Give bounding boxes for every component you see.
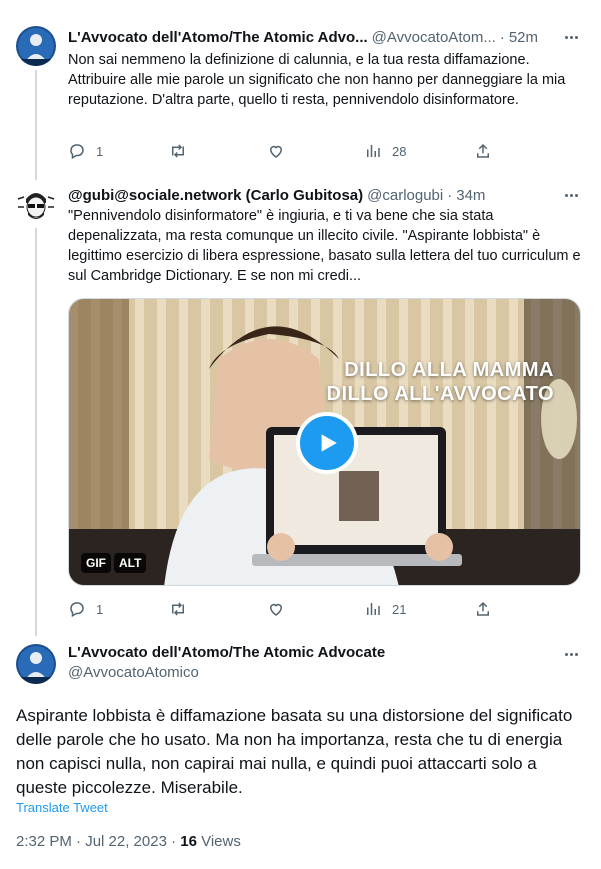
share-icon [477, 601, 489, 616]
gif-media[interactable]: DILLO ALLA MAMMA DILLO ALL'AVVOCATO GIF … [68, 298, 581, 586]
more-icon[interactable] [559, 644, 583, 664]
reply-count: 1 [96, 143, 104, 159]
reply-icon [70, 144, 84, 160]
views-button[interactable]: 21 [364, 600, 406, 618]
main-tweet-text: Aspirante lobbista è diffamazione basata… [16, 706, 573, 797]
reply-button[interactable]: 1 [68, 600, 103, 618]
retweet-button[interactable] [169, 600, 197, 618]
retweet-button[interactable] [169, 142, 197, 160]
share-icon [477, 143, 489, 158]
retweet-icon [172, 602, 184, 616]
views-icon [367, 145, 380, 157]
author-name[interactable]: L'Avvocato dell'Atomo/The Atomic Advo... [68, 29, 368, 46]
retweet-icon [172, 144, 184, 158]
tweet-text: "Pennivendolo disinformatore" è ingiuria… [68, 208, 581, 284]
author-handle[interactable]: @AvvocatoAtomico [68, 664, 199, 681]
views-icon [367, 603, 380, 615]
separator-dot: · [499, 28, 505, 46]
like-icon [269, 603, 283, 616]
reply-button[interactable]: 1 [68, 142, 103, 160]
play-icon [321, 434, 337, 452]
reply-count: 1 [96, 601, 104, 617]
tweet-metadata: 2:32 PM · Jul 22, 2023 · 16 Views [16, 833, 241, 850]
like-button[interactable] [267, 142, 295, 160]
reply-icon [70, 602, 84, 618]
share-button[interactable] [474, 600, 492, 618]
avatar[interactable] [16, 26, 56, 66]
translate-tweet-link[interactable]: Translate Tweet [16, 800, 108, 815]
tweet-date[interactable]: 2:32 PM · Jul 22, 2023 · [16, 833, 180, 850]
views-count: 21 [392, 601, 407, 617]
tweet-time[interactable]: 34m [456, 187, 485, 204]
alt-badge[interactable]: ALT [114, 553, 147, 573]
like-icon [269, 145, 283, 158]
tweet-text: Non sai nemmeno la definizione di calunn… [68, 52, 566, 108]
tweet-1[interactable]: L'Avvocato dell'Atomo/The Atomic Advo...… [0, 0, 601, 175]
author-name[interactable]: L'Avvocato dell'Atomo/The Atomic Advocat… [68, 644, 385, 661]
author-name[interactable]: @gubi@sociale.network (Carlo Gubitosa) [68, 187, 363, 204]
author-handle[interactable]: @AvvocatoAtom... [372, 29, 496, 46]
play-button[interactable] [296, 412, 358, 474]
avatar[interactable] [16, 185, 56, 225]
like-button[interactable] [267, 600, 295, 618]
tweet-time[interactable]: 52m [509, 29, 538, 46]
gif-badge: GIF [81, 553, 111, 573]
more-icon[interactable] [559, 185, 583, 205]
avatar[interactable] [16, 644, 56, 684]
overlay-line-1: DILLO ALLA MAMMA [344, 359, 554, 381]
views-count: 28 [392, 143, 407, 159]
share-button[interactable] [474, 142, 492, 160]
views-button[interactable]: 28 [364, 142, 406, 160]
more-icon[interactable] [559, 27, 583, 47]
views-label: Views [196, 833, 241, 850]
author-handle[interactable]: @carlogubi [367, 187, 443, 204]
views-count: 16 [180, 833, 197, 850]
separator-dot: · [447, 186, 453, 204]
overlay-line-2: DILLO ALL'AVVOCATO [326, 383, 554, 405]
